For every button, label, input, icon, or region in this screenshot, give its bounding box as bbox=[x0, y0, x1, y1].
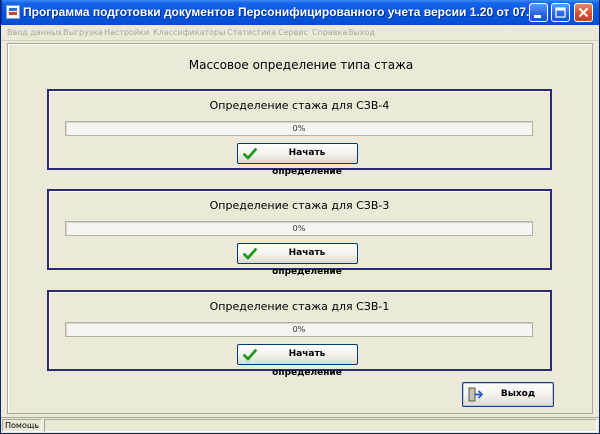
title-bar[interactable]: Программа подготовки документов Персониф… bbox=[1, 0, 599, 25]
status-bar: Помощь bbox=[1, 417, 599, 433]
progress-text: 0% bbox=[292, 224, 306, 233]
button-label: Начать определение bbox=[272, 248, 342, 277]
progress-text: 0% bbox=[292, 325, 306, 334]
checkmark-icon bbox=[243, 248, 257, 260]
menu-bar: Ввод данных Выгрузка Настройки Классифик… bbox=[1, 25, 599, 41]
menu-item-help[interactable]: Справка bbox=[312, 26, 347, 39]
panel-title: Определение стажа для СЗВ-3 bbox=[209, 199, 390, 212]
panel-szv1: Определение стажа для СЗВ-1 0% Начать оп… bbox=[47, 290, 552, 378]
progress-bar: 0% bbox=[65, 221, 533, 236]
progress-bar: 0% bbox=[65, 121, 533, 136]
window-title: Программа подготовки документов Персониф… bbox=[23, 5, 543, 19]
panel-szv3: Определение стажа для СЗВ-3 0% Начать оп… bbox=[47, 189, 552, 277]
button-label: Начать определение bbox=[272, 148, 342, 177]
exit-door-icon bbox=[468, 387, 483, 402]
menu-item-service[interactable]: Сервис bbox=[278, 26, 308, 39]
menu-item-export[interactable]: Выгрузка bbox=[63, 26, 103, 39]
panel-title: Определение стажа для СЗВ-1 bbox=[209, 300, 390, 313]
minimize-icon bbox=[534, 15, 541, 18]
exit-button[interactable]: Выход bbox=[462, 382, 554, 407]
maximize-button[interactable] bbox=[551, 3, 570, 22]
main-panel: Массовое определение типа стажа Определе… bbox=[7, 43, 593, 414]
minimize-button[interactable] bbox=[529, 3, 548, 22]
progress-text: 0% bbox=[292, 124, 306, 133]
app-document-icon[interactable] bbox=[6, 5, 20, 19]
menu-item-settings[interactable]: Настройки bbox=[104, 26, 149, 39]
menu-item-data-entry[interactable]: Ввод данных bbox=[7, 26, 62, 39]
menu-item-statistics[interactable]: Статистика bbox=[227, 26, 276, 39]
panel-szv4: Определение стажа для СЗВ-4 0% Начать оп… bbox=[47, 89, 552, 177]
status-text: Помощь bbox=[2, 419, 42, 432]
close-icon bbox=[578, 7, 589, 18]
start-determination-button[interactable]: Начать определение bbox=[237, 344, 358, 378]
progress-bar: 0% bbox=[65, 322, 533, 337]
page-title: Массовое определение типа стажа bbox=[188, 58, 414, 72]
button-label: Начать определение bbox=[272, 349, 342, 378]
button-label: Выход bbox=[500, 389, 536, 399]
menu-item-classifiers[interactable]: Классификаторы bbox=[153, 26, 225, 39]
start-determination-button[interactable]: Начать определение bbox=[237, 143, 358, 177]
start-determination-button[interactable]: Начать определение bbox=[237, 243, 358, 277]
close-button[interactable] bbox=[574, 3, 593, 22]
panel-title: Определение стажа для СЗВ-4 bbox=[209, 99, 390, 112]
maximize-icon bbox=[555, 7, 566, 18]
main-window: Программа подготовки документов Персониф… bbox=[0, 0, 600, 434]
menu-item-exit[interactable]: Выход bbox=[348, 26, 375, 39]
status-panel bbox=[44, 419, 597, 432]
checkmark-icon bbox=[243, 148, 257, 160]
checkmark-icon bbox=[243, 349, 257, 361]
